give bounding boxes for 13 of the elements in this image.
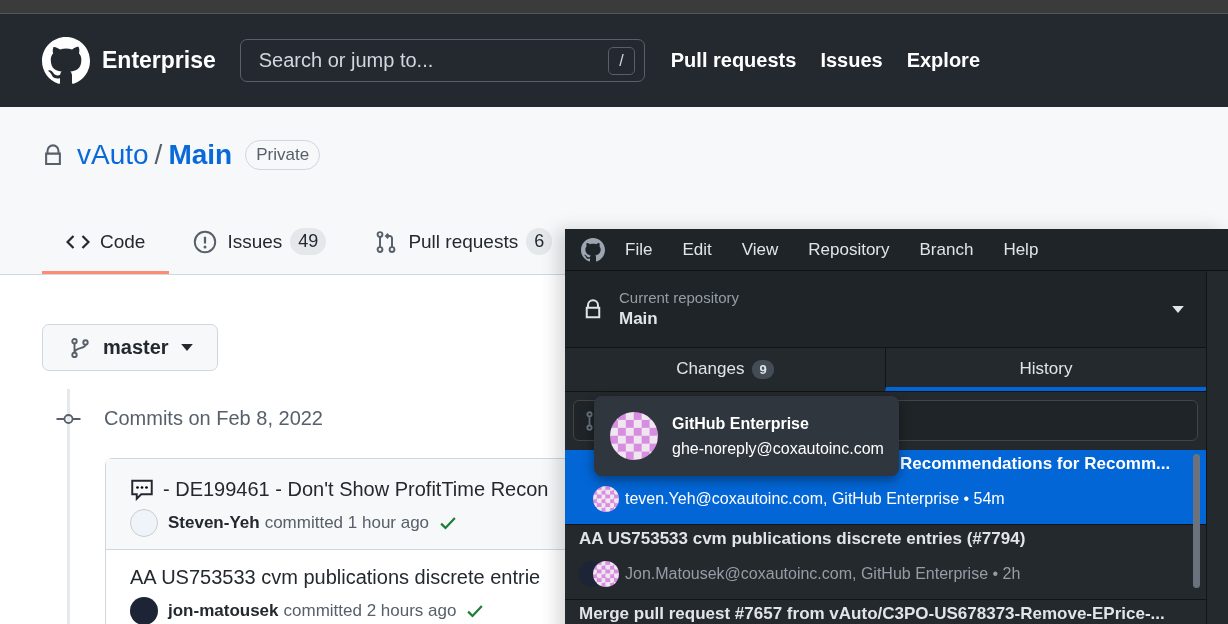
count-badge: 6 <box>526 228 553 255</box>
commit-authors-text: teven.Yeh@coxautoinc.com, GitHub Enterprise • 54m <box>625 490 1005 508</box>
commits-date-heading: Commits on Feb 8, 2022 <box>104 407 323 430</box>
commit-authors-text: Jon.Matousek@coxautoinc.com, GitHub Enterprise • 2h <box>625 565 1021 583</box>
author-name: GitHub Enterprise <box>672 414 810 433</box>
path-separator: / <box>154 139 163 171</box>
commit-time-text: committed 2 hours ago <box>283 601 457 621</box>
selector-label: Current repository <box>619 289 741 306</box>
count-badge: 9 <box>752 359 774 379</box>
repository-name: Main <box>619 309 659 329</box>
commit-time-text: committed 1 hour ago <box>264 513 430 533</box>
count-badge: 49 <box>290 228 327 255</box>
shortcut-key: / <box>608 47 635 75</box>
